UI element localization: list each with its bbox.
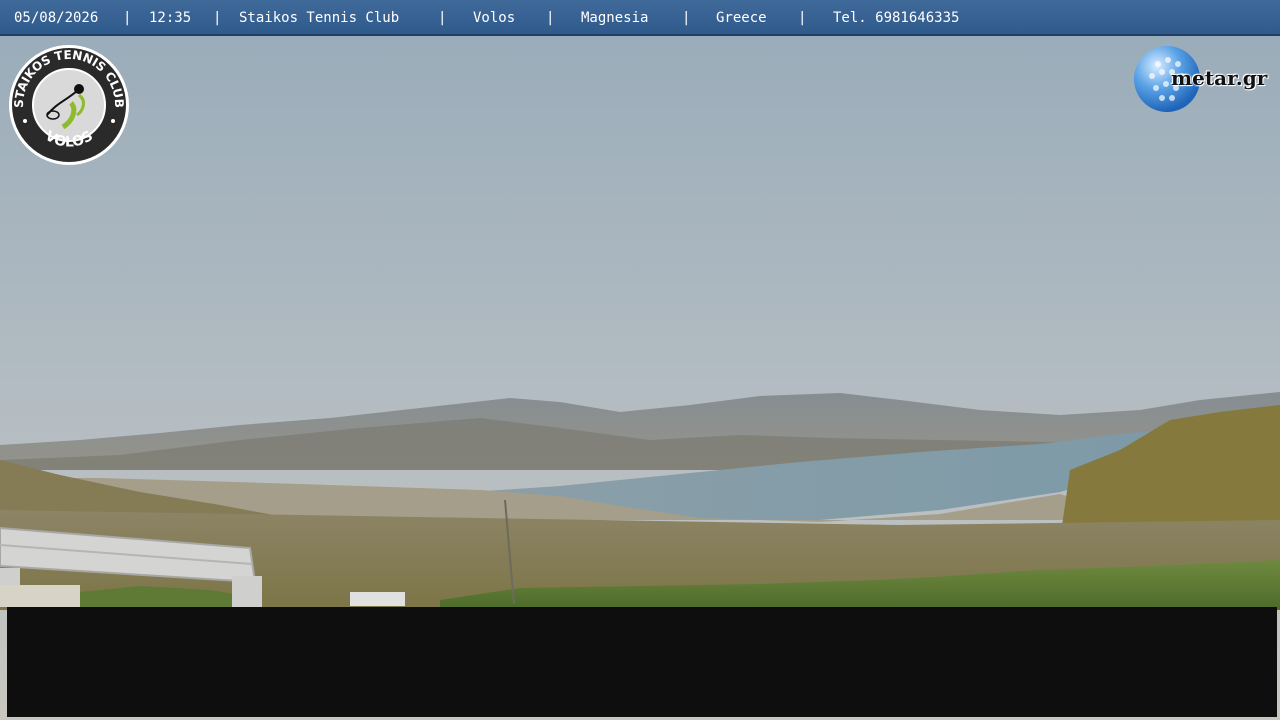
- club-name-text: Staikos Tennis Club: [239, 10, 400, 26]
- separator: |: [682, 10, 691, 26]
- club-logo: STAIKOS TENNIS CLUB VOLOS: [9, 45, 129, 165]
- phone-text: Tel. 6981646335: [833, 10, 960, 26]
- separator: |: [546, 10, 555, 26]
- webcam-info-bar: 05/08/2026 | 12:35 | Staikos Tennis Club…: [0, 0, 1280, 36]
- black-panel: [7, 607, 1277, 717]
- separator: |: [438, 10, 447, 26]
- time-text: 12:35: [149, 10, 192, 26]
- city-text: Volos: [473, 10, 516, 26]
- country-text: Greece: [716, 10, 767, 26]
- region-text: Magnesia: [581, 10, 649, 26]
- separator: |: [213, 10, 222, 26]
- separator: |: [798, 10, 807, 26]
- metar-brand-text: metar.gr: [1171, 66, 1268, 90]
- date-text: 05/08/2026: [14, 10, 99, 26]
- separator: |: [123, 10, 132, 26]
